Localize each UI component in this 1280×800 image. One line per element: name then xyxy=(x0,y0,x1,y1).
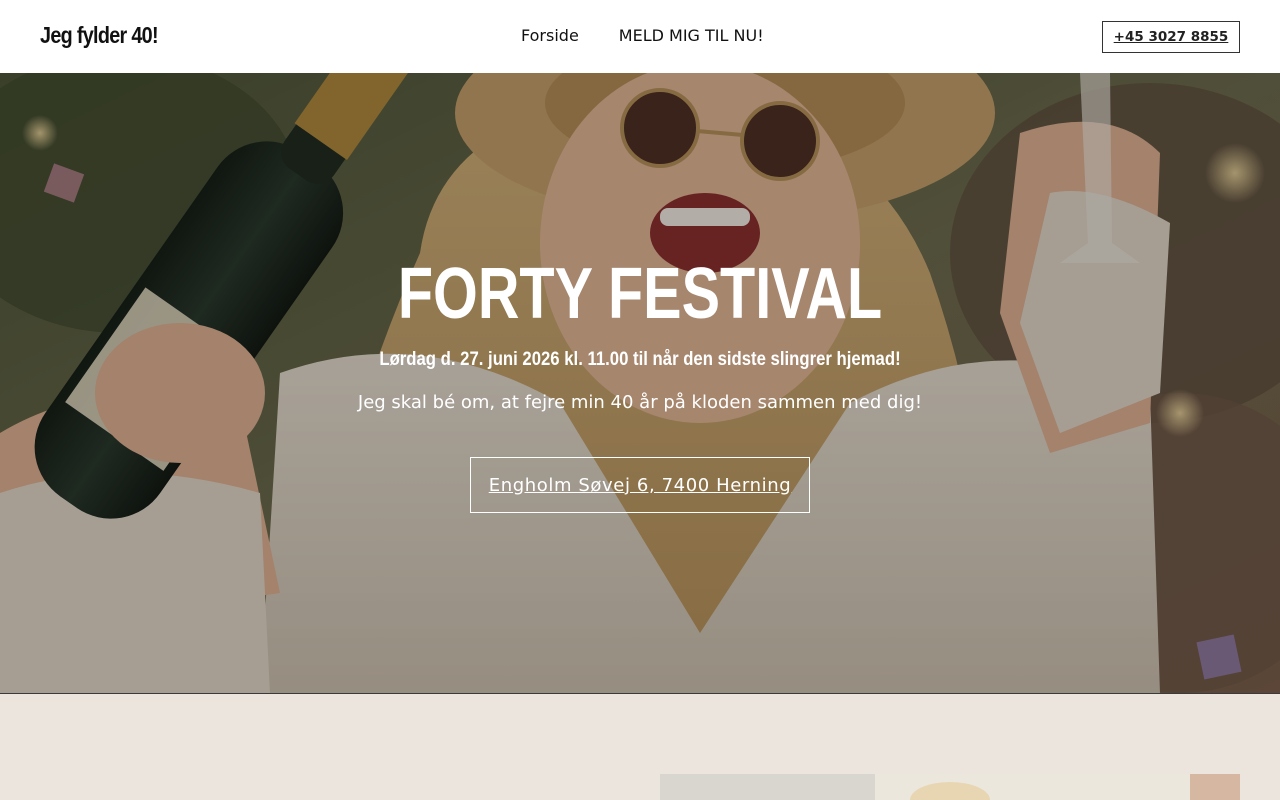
site-header: Jeg fylder 40! Forside MELD MIG TIL NU! … xyxy=(0,0,1280,73)
main-nav: Forside MELD MIG TIL NU! xyxy=(521,26,764,45)
hero-section: FORTY FESTIVAL Lørdag d. 27. juni 2026 k… xyxy=(0,73,1280,694)
section-photo xyxy=(660,774,1240,800)
nav-link-meld-mig-til[interactable]: MELD MIG TIL NU! xyxy=(619,26,764,45)
nav-link-forside[interactable]: Forside xyxy=(521,26,579,45)
hero-title: FORTY FESTIVAL xyxy=(397,254,883,334)
hero-date-line: Lørdag d. 27. juni 2026 kl. 11.00 til nå… xyxy=(379,349,901,370)
phone-button[interactable]: +45 3027 8855 xyxy=(1102,21,1240,53)
hero-dark-overlay xyxy=(0,73,1280,693)
site-logo[interactable]: Jeg fylder 40! xyxy=(40,22,159,49)
hero-subtitle: Jeg skal bé om, at fejre min 40 år på kl… xyxy=(357,392,923,413)
content-section xyxy=(0,694,1280,800)
address-button[interactable]: Engholm Søvej 6, 7400 Herning xyxy=(470,457,810,513)
